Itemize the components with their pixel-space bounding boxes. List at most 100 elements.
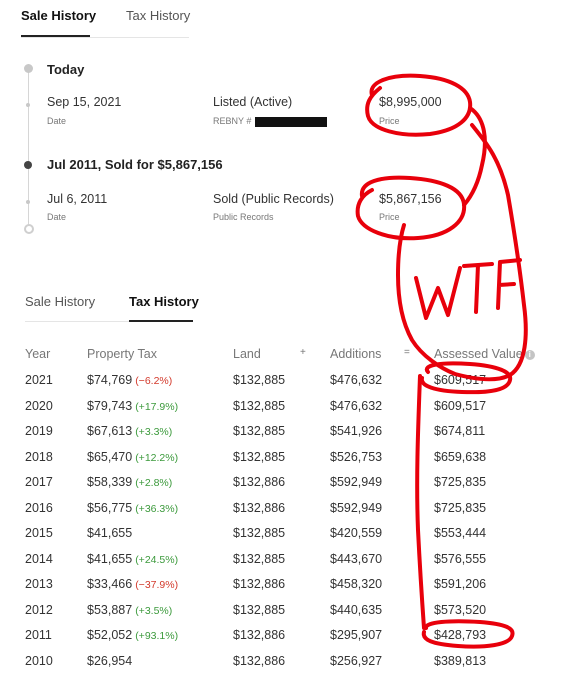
cell-additions: $443,670 <box>330 552 382 566</box>
cell-assessed-value: $609,517 <box>434 399 486 413</box>
cell-year: 2019 <box>25 424 53 438</box>
cell-additions-value: $256,927 <box>330 653 383 668</box>
cell-land: $132,885 <box>233 526 285 540</box>
cell-year: 2016 <box>25 501 53 515</box>
cell-year-value: 2016 <box>25 500 53 515</box>
annotation-circle-sold-price <box>355 175 467 241</box>
cell-land-value: $132,885 <box>233 424 286 438</box>
cell-year-value: 2017 <box>25 475 53 489</box>
column-header-assessed-value: Assessed Value i <box>434 347 535 361</box>
cell-year-value: 2020 <box>25 398 53 413</box>
cell-property-tax-value: $58,339 <box>87 475 133 489</box>
cell-land-value: $132,885 <box>233 602 286 617</box>
tax-change-percent: (+24.5%) <box>135 553 179 566</box>
cell-property-tax-value: $26,954 <box>87 653 133 668</box>
cell-property-tax: $52,052 (+93.1%) <box>87 628 178 642</box>
tab-tax-history[interactable]: Tax History <box>129 294 199 309</box>
timeline-line <box>28 72 29 230</box>
event-source-label: REBNY # <box>213 116 252 126</box>
cell-assessed-value-value: $725,835 <box>434 500 487 515</box>
cell-assessed-value-value: $428,793 <box>434 628 487 642</box>
tax-change-percent: (+3.5%) <box>135 604 173 617</box>
cell-assessed-value-value: $573,520 <box>434 602 487 617</box>
cell-additions-value: $526,753 <box>330 449 383 464</box>
tax-change-percent: (+93.1%) <box>135 630 179 642</box>
cell-land-value: $132,885 <box>233 449 286 464</box>
cell-property-tax: $56,775 (+36.3%) <box>87 501 178 515</box>
tax-change-percent: (−6.2%) <box>135 375 173 387</box>
annotation-letter-t <box>462 262 494 314</box>
cell-property-tax-value: $41,655 <box>87 526 133 540</box>
event-date: Sep 15, 2021 <box>47 95 122 109</box>
cell-property-tax: $26,954 <box>87 654 132 668</box>
event-price-label: Price <box>379 116 400 126</box>
cell-year-value: 2015 <box>25 526 53 540</box>
annotation-letter-w <box>414 266 462 320</box>
cell-additions: $526,753 <box>330 450 382 464</box>
cell-land: $132,886 <box>233 628 285 642</box>
cell-land-value: $132,886 <box>233 653 286 668</box>
cell-property-tax: $58,339 (+2.8%) <box>87 475 172 489</box>
equals-sign: = <box>404 347 410 358</box>
cell-assessed-value-value: $389,813 <box>434 653 487 668</box>
tab-divider <box>21 37 189 38</box>
cell-property-tax: $67,613 (+3.3%) <box>87 424 172 438</box>
cell-property-tax: $33,466 (−37.9%) <box>87 577 178 591</box>
cell-land-value: $132,885 <box>233 398 286 413</box>
column-header-land: Land <box>233 347 261 361</box>
cell-year: 2017 <box>25 475 53 489</box>
cell-year: 2014 <box>25 552 53 566</box>
cell-year-value: 2021 <box>25 373 53 387</box>
cell-property-tax: $74,769 (−6.2%) <box>87 373 172 387</box>
tab-tax-history[interactable]: Tax History <box>126 8 190 23</box>
annotation-letter-f <box>496 258 522 310</box>
tax-change-percent: (+12.2%) <box>135 451 179 464</box>
tab-sale-history[interactable]: Sale History <box>25 294 95 309</box>
redacted-bar <box>255 116 328 127</box>
cell-property-tax-value: $65,470 <box>87 449 133 464</box>
event-price-label: Price <box>379 212 400 222</box>
info-icon[interactable]: i <box>524 349 535 360</box>
cell-property-tax: $79,743 (+17.9%) <box>87 399 178 413</box>
cell-assessed-value-value: $576,555 <box>434 551 487 566</box>
cell-additions: $295,907 <box>330 628 382 642</box>
cell-land: $132,886 <box>233 577 285 591</box>
timeline-dot-active <box>24 161 32 169</box>
column-header-additions: Additions <box>330 347 382 361</box>
active-tab-underline <box>21 35 90 37</box>
cell-additions: $476,632 <box>330 399 382 413</box>
cell-assessed-value-value: $674,811 <box>434 424 486 438</box>
cell-year-value: 2013 <box>25 577 53 591</box>
tax-change-percent: (−37.9%) <box>135 579 179 591</box>
cell-land-value: $132,885 <box>233 373 286 387</box>
cell-additions: $541,926 <box>330 424 382 438</box>
tax-change-percent: (+2.8%) <box>135 477 173 489</box>
event-date-label: Date <box>47 116 67 126</box>
event-source: REBNY # <box>213 116 328 127</box>
cell-land: $132,886 <box>233 654 285 668</box>
cell-property-tax-value: $74,769 <box>87 373 133 387</box>
cell-additions: $440,635 <box>330 603 382 617</box>
event-description: Sold (Public Records) <box>213 192 334 206</box>
cell-property-tax: $41,655 (+24.5%) <box>87 552 178 566</box>
cell-year: 2010 <box>25 654 53 668</box>
tab-sale-history[interactable]: Sale History <box>21 8 96 23</box>
cell-property-tax-value: $56,775 <box>87 500 133 515</box>
cell-additions-value: $476,632 <box>330 373 383 387</box>
cell-assessed-value: $674,811 <box>434 424 485 438</box>
cell-additions: $420,559 <box>330 526 382 540</box>
cell-assessed-value-value: $609,517 <box>434 373 487 387</box>
cell-additions: $256,927 <box>330 654 382 668</box>
cell-land-value: $132,886 <box>233 577 286 591</box>
cell-year: 2020 <box>25 399 53 413</box>
cell-assessed-value: $725,835 <box>434 475 486 489</box>
cell-assessed-value-value: $609,517 <box>434 398 487 413</box>
timeline-dot <box>26 200 30 204</box>
event-date: Jul 6, 2011 <box>47 192 108 206</box>
cell-land: $132,885 <box>233 399 285 413</box>
cell-year: 2015 <box>25 526 53 540</box>
cell-property-tax-value: $79,743 <box>87 398 133 413</box>
cell-land: $132,885 <box>233 603 285 617</box>
plus-sign: + <box>300 347 306 358</box>
column-header-year: Year <box>25 347 51 361</box>
